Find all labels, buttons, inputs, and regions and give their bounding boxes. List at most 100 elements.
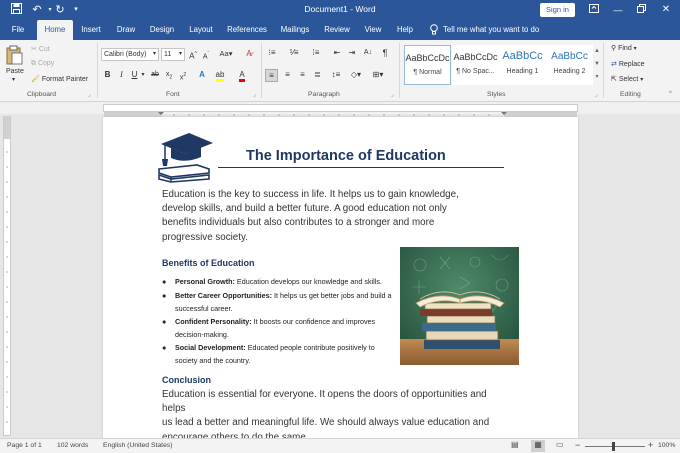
- tab-design[interactable]: Design: [146, 20, 178, 40]
- conclusion-paragraph: Education is essential for everyone. It …: [162, 388, 507, 445]
- bullets-icon[interactable]: ⁝≡: [265, 47, 279, 59]
- zoom-slider-thumb[interactable]: [612, 442, 615, 451]
- numbering-icon[interactable]: ⅟≡: [287, 47, 301, 59]
- maximize-icon[interactable]: [633, 3, 649, 17]
- chevron-down-icon: ▾: [152, 51, 156, 57]
- change-case-icon[interactable]: Aa▾: [218, 48, 234, 60]
- format-painter-label: Format Painter: [41, 76, 89, 83]
- borders-icon[interactable]: ⊞▾: [370, 69, 386, 81]
- show-formatting-icon[interactable]: ¶: [379, 47, 391, 59]
- cut-button[interactable]: ✂ Cut: [31, 45, 50, 53]
- zoom-out-icon[interactable]: −: [575, 440, 580, 450]
- tab-review[interactable]: Review: [321, 20, 353, 40]
- zoom-in-icon[interactable]: +: [648, 440, 653, 450]
- tab-help[interactable]: Help: [393, 20, 417, 40]
- style-no-spacing[interactable]: AaBbCcDc ¶ No Spac...: [452, 45, 499, 85]
- zoom-slider[interactable]: [585, 446, 645, 447]
- font-color-icon[interactable]: A: [236, 69, 248, 82]
- font-name-value: Calibri (Body): [104, 51, 147, 58]
- justify-icon[interactable]: ≣: [311, 69, 324, 81]
- tab-draw[interactable]: Draw: [113, 20, 139, 40]
- editing-group-label: Editing: [620, 91, 641, 98]
- clipboard-launcher-icon[interactable]: ⌟: [88, 91, 91, 98]
- tab-file[interactable]: File: [4, 20, 32, 40]
- format-painter-button[interactable]: 🖌 Format Painter: [31, 75, 88, 83]
- highlight-icon[interactable]: ab: [214, 69, 226, 82]
- styles-launcher-icon[interactable]: ⌟: [595, 91, 598, 98]
- subscript-icon[interactable]: x2: [164, 69, 174, 83]
- increase-indent-icon[interactable]: ⇥: [346, 47, 358, 59]
- read-mode-icon[interactable]: ▤: [511, 440, 519, 449]
- word-count[interactable]: 102 words: [57, 442, 88, 449]
- status-bar: Page 1 of 1 102 words English (United St…: [0, 438, 680, 453]
- close-icon[interactable]: ✕: [658, 3, 674, 17]
- minimize-icon[interactable]: —: [610, 3, 626, 17]
- style-heading-2[interactable]: AaBbCc Heading 2: [546, 45, 593, 85]
- decrease-indent-icon[interactable]: ⇤: [331, 47, 343, 59]
- multilevel-list-icon[interactable]: ⁞≡: [309, 47, 323, 59]
- replace-button[interactable]: ⇄ Replace: [611, 60, 645, 68]
- tab-view[interactable]: View: [361, 20, 385, 40]
- clipboard-icon: [6, 45, 23, 65]
- superscript-icon[interactable]: x2: [178, 69, 188, 84]
- web-layout-icon[interactable]: ▭: [556, 440, 564, 449]
- tab-layout[interactable]: Layout: [186, 20, 216, 40]
- sign-in-button[interactable]: Sign in: [540, 3, 575, 17]
- underline-dropdown-icon[interactable]: ▾: [140, 69, 146, 81]
- horizontal-ruler[interactable]: [103, 104, 578, 118]
- paste-dropdown-icon[interactable]: ▾: [12, 76, 15, 83]
- line-spacing-icon[interactable]: ↕≡: [329, 69, 343, 81]
- cut-label: Cut: [38, 46, 50, 53]
- tell-me-search[interactable]: Tell me what you want to do: [430, 20, 539, 40]
- text-line: Education is essential for everyone. It …: [162, 389, 487, 415]
- bold-icon[interactable]: B: [103, 69, 112, 81]
- text-line: Education is the key to success in life.…: [162, 189, 459, 200]
- text-effects-icon[interactable]: A: [196, 69, 208, 81]
- shading-icon[interactable]: ◇▾: [349, 69, 363, 81]
- align-right-icon[interactable]: ≡: [296, 69, 309, 81]
- replace-label: Replace: [618, 61, 645, 68]
- style-normal[interactable]: AaBbCcDc ¶ Normal: [404, 45, 451, 85]
- clipboard-group-label: Clipboard: [27, 91, 57, 98]
- zoom-level[interactable]: 100%: [658, 442, 675, 449]
- paragraph-launcher-icon[interactable]: ⌟: [391, 91, 394, 98]
- sort-icon[interactable]: A↓: [362, 47, 374, 59]
- clear-formatting-icon[interactable]: A̷: [243, 48, 255, 60]
- underline-icon[interactable]: U: [130, 69, 139, 81]
- align-left-icon[interactable]: ≡: [265, 69, 278, 82]
- books-photo[interactable]: [400, 247, 519, 365]
- ribbon-display-icon[interactable]: [586, 3, 602, 17]
- tab-home[interactable]: Home: [37, 20, 73, 40]
- tab-references[interactable]: References: [225, 20, 269, 40]
- font-name-combo[interactable]: Calibri (Body) ▾: [101, 48, 159, 61]
- style-name: ¶ Normal: [413, 69, 442, 76]
- paste-label: Paste: [6, 68, 24, 75]
- list-item: ● Social Development: Educated people co…: [162, 341, 394, 367]
- copy-button[interactable]: ⧉ Copy: [31, 60, 54, 68]
- tab-mailings[interactable]: Mailings: [277, 20, 313, 40]
- paste-button[interactable]: Paste ▾: [5, 45, 25, 85]
- benefits-heading: Benefits of Education: [162, 258, 255, 268]
- font-launcher-icon[interactable]: ⌟: [253, 91, 256, 98]
- tab-insert[interactable]: Insert: [77, 20, 105, 40]
- bullet-term: Better Career Opportunities:: [175, 291, 273, 300]
- style-heading-1[interactable]: AaBbCc Heading 1: [499, 45, 546, 85]
- shrink-font-icon[interactable]: Aˇ: [201, 48, 211, 63]
- lightbulb-icon: [430, 24, 438, 35]
- paragraph-group-label: Paragraph: [308, 91, 340, 98]
- font-size-combo[interactable]: 11 ▾: [161, 48, 185, 61]
- select-button[interactable]: ⇱ Select ▾: [611, 75, 643, 83]
- collapse-ribbon-icon[interactable]: ^: [669, 91, 672, 97]
- styles-scroll-icon[interactable]: ▲ ▼ ▾: [593, 45, 601, 84]
- page-count[interactable]: Page 1 of 1: [7, 442, 42, 449]
- style-sample: AaBbCc: [551, 51, 588, 62]
- grow-font-icon[interactable]: A^: [188, 48, 198, 63]
- italic-icon[interactable]: I: [117, 69, 126, 81]
- align-center-icon[interactable]: ≡: [281, 69, 294, 81]
- find-button[interactable]: ⚲ Find ▾: [611, 44, 637, 52]
- strikethrough-icon[interactable]: ab: [150, 69, 160, 81]
- cursor-icon: ⇱: [611, 76, 617, 83]
- language-status[interactable]: English (United States): [103, 442, 173, 449]
- vertical-ruler[interactable]: [3, 116, 11, 436]
- print-layout-icon[interactable]: ▦: [531, 440, 545, 452]
